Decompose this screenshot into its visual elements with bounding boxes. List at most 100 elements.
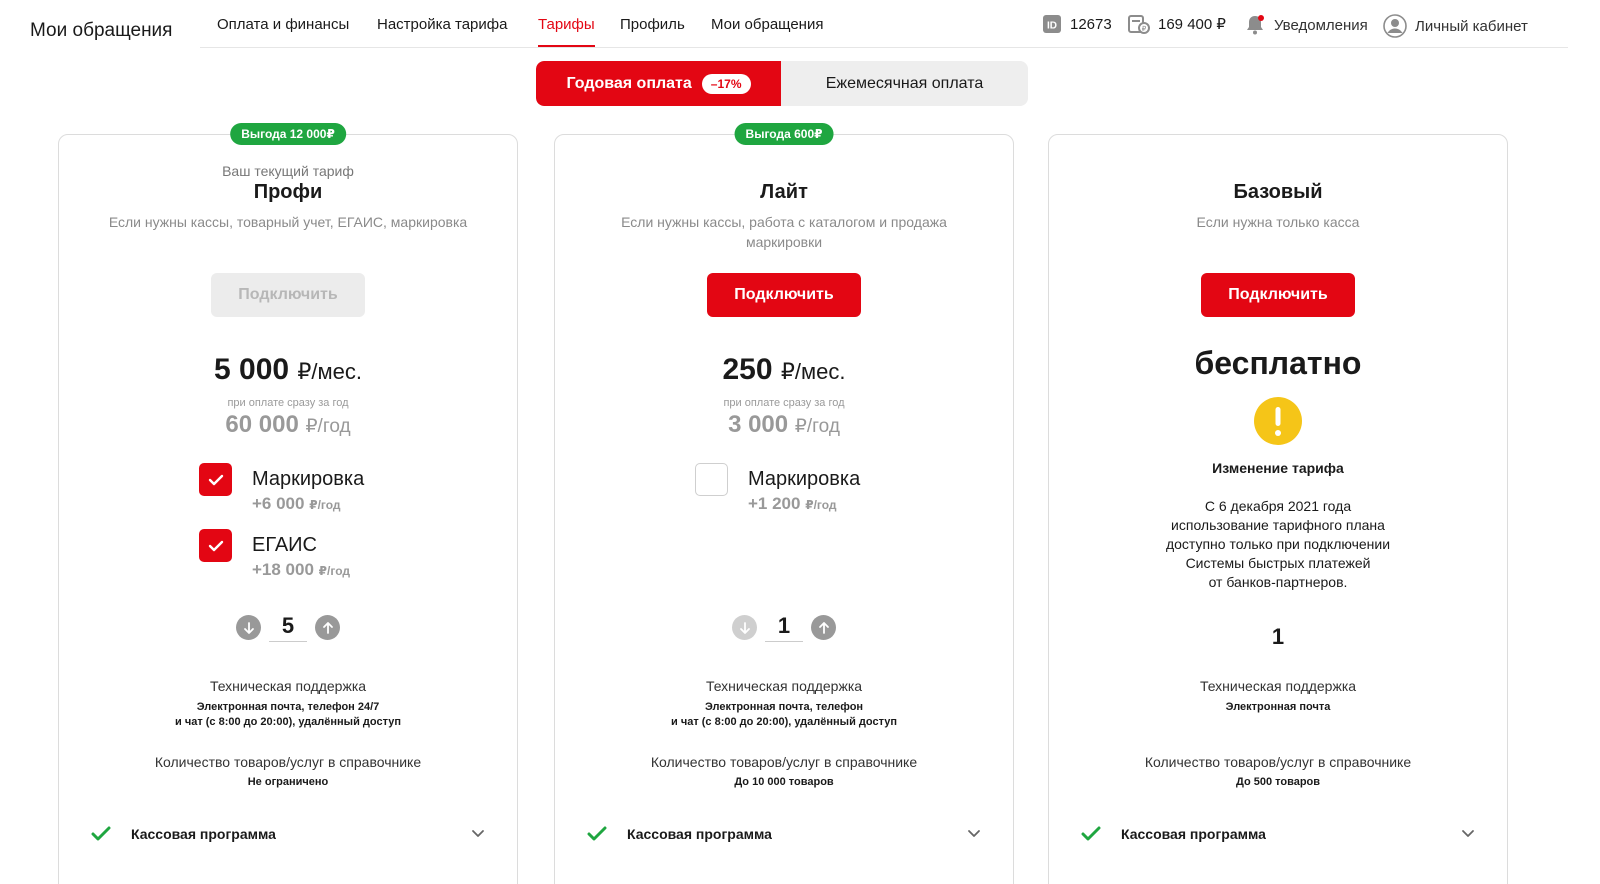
warning-title: Изменение тарифа xyxy=(1212,460,1344,476)
plan-card-lite: Выгода 600₽ Лайт Если нужны кассы, работ… xyxy=(554,123,1014,884)
arrow-up-icon xyxy=(818,621,829,634)
increase-button[interactable] xyxy=(315,615,340,640)
bell-icon xyxy=(1244,14,1266,36)
plan-description: Если нужна только касса xyxy=(1196,214,1360,230)
nav-my-requests[interactable]: Мои обращения xyxy=(711,16,823,45)
check-icon xyxy=(208,474,223,485)
goods-count-label: Количество товаров/услуг в справочнике xyxy=(650,754,918,770)
monthly-payment-option[interactable]: Ежемесячная оплата xyxy=(781,61,1028,106)
goods-count-value: До 500 товаров xyxy=(1235,776,1321,788)
connect-button[interactable]: Подключить xyxy=(211,273,365,317)
decrease-button[interactable] xyxy=(732,615,757,640)
arrow-down-icon xyxy=(243,621,254,634)
yearly-payment-label: Годовая оплата xyxy=(566,74,692,92)
warning-icon xyxy=(1254,397,1302,445)
warning-line: использование тарифного плана xyxy=(1171,517,1385,533)
feature-label: Кассовая программа xyxy=(1121,826,1266,842)
yearly-price: 3 000 ₽/год xyxy=(555,411,1013,439)
feature-cash-program[interactable]: Кассовая программа xyxy=(587,821,981,847)
price-value: 5 000 xyxy=(213,353,290,386)
support-value: Электронная почта xyxy=(1049,700,1507,715)
support-line: Электронная почта, телефон 24/7 xyxy=(196,701,380,713)
yearly-payment-option[interactable]: Годовая оплата –17% xyxy=(536,61,781,106)
id-icon: ID xyxy=(1042,14,1062,34)
price-note: при оплате сразу за год xyxy=(723,397,845,409)
support-label: Техническая поддержка xyxy=(1199,678,1357,694)
support-line: и чат (с 8:00 до 20:00), удалённый досту… xyxy=(175,716,401,728)
support-value: Электронная почта, телефон 24/7 и чат (с… xyxy=(59,700,517,730)
nav-profile[interactable]: Профиль xyxy=(620,16,685,45)
arrow-down-icon xyxy=(739,621,750,634)
warning-line: С 6 декабря 2021 года xyxy=(1204,498,1352,514)
feature-cash-program[interactable]: Кассовая программа xyxy=(91,821,485,847)
goods-count-value: Не ограничено xyxy=(247,776,329,788)
support-line: и чат (с 8:00 до 20:00), удалённый досту… xyxy=(671,716,897,728)
price-unit: ₽/мес. xyxy=(297,359,362,384)
yearly-price-unit: ₽/год xyxy=(794,416,840,437)
personal-cabinet[interactable]: Личный кабинет xyxy=(1383,14,1528,38)
price-unit: ₽/мес. xyxy=(780,359,846,384)
warning-line: Системы быстрых платежей xyxy=(1185,555,1371,571)
account-id: ID 12673 xyxy=(1042,14,1112,34)
feature-label: Кассовая программа xyxy=(131,826,276,842)
option-title: ЕГАИС xyxy=(252,534,317,556)
goods-count-label: Количество товаров/услуг в справочнике xyxy=(1144,754,1412,770)
yearly-price-unit: ₽/год xyxy=(305,416,351,437)
option-price-unit: ₽/год xyxy=(318,564,350,578)
connect-button[interactable]: Подключить xyxy=(1201,273,1355,317)
option-title: Маркировка xyxy=(748,468,861,490)
marking-checkbox[interactable] xyxy=(695,463,728,496)
plan-name: Профи xyxy=(253,181,323,203)
savings-badge: Выгода 600₽ xyxy=(734,123,834,145)
support-line: Электронная почта xyxy=(1225,701,1331,713)
free-price: бесплатно xyxy=(1194,345,1362,381)
register-count: 1 xyxy=(1271,624,1285,649)
register-count-stepper: 5 xyxy=(236,613,340,642)
connect-button[interactable]: Подключить xyxy=(707,273,861,317)
warning-text: С 6 декабря 2021 года использование тари… xyxy=(1049,497,1507,592)
register-count[interactable]: 1 xyxy=(765,613,803,642)
plan-card-basic: Базовый Если нужна только касса Подключи… xyxy=(1048,134,1508,884)
yearly-price-value: 60 000 xyxy=(225,411,299,438)
plan-description: Если нужны кассы, работа с каталогом и п… xyxy=(621,214,947,250)
chevron-down-icon xyxy=(472,830,484,837)
support-label: Техническая поддержка xyxy=(209,678,367,694)
nav-tariff-settings[interactable]: Настройка тарифа xyxy=(377,16,507,45)
option-title: Маркировка xyxy=(252,468,365,490)
price-note: при оплате сразу за год xyxy=(227,397,349,409)
check-icon xyxy=(91,826,111,841)
plan-description: Если нужны кассы, товарный учет, ЕГАИС, … xyxy=(108,214,468,230)
personal-cabinet-label: Личный кабинет xyxy=(1415,17,1528,35)
notifications[interactable]: Уведомления xyxy=(1244,14,1368,36)
monthly-price: 250 ₽/мес. xyxy=(555,353,1013,387)
feature-cash-program[interactable]: Кассовая программа xyxy=(1081,821,1475,847)
plan-name: Лайт xyxy=(760,181,808,203)
option-price: +6 000 ₽/год xyxy=(252,494,364,514)
check-icon xyxy=(208,540,223,551)
goods-count-value: До 10 000 товаров xyxy=(734,776,834,788)
option-price-unit: ₽/год xyxy=(309,498,341,512)
marking-checkbox[interactable] xyxy=(199,463,232,496)
nav-tariffs[interactable]: Тарифы xyxy=(538,16,595,47)
account-id-value: 12673 xyxy=(1070,15,1112,33)
billing-period-toggle: Годовая оплата –17% Ежемесячная оплата xyxy=(536,61,1028,106)
current-plan-label: Ваш текущий тариф xyxy=(222,163,354,179)
decrease-button[interactable] xyxy=(236,615,261,640)
increase-button[interactable] xyxy=(811,615,836,640)
notifications-label: Уведомления xyxy=(1274,16,1368,34)
option-marking: Маркировка +6 000 ₽/год xyxy=(199,463,364,514)
option-egais: ЕГАИС +18 000 ₽/год xyxy=(199,529,350,580)
option-price-unit: ₽/год xyxy=(805,498,837,512)
nav-payments-finance[interactable]: Оплата и финансы xyxy=(217,16,349,45)
egais-checkbox[interactable] xyxy=(199,529,232,562)
register-count[interactable]: 5 xyxy=(269,613,307,642)
savings-badge: Выгода 12 000₽ xyxy=(230,123,346,145)
check-icon xyxy=(1081,826,1101,841)
svg-text:₽: ₽ xyxy=(1142,25,1147,33)
page-title: Мои обращения xyxy=(30,20,173,41)
top-navigation: Оплата и финансы Настройка тарифа Тарифы… xyxy=(200,0,1568,48)
plan-card-profi: Выгода 12 000₽ Ваш текущий тариф Профи Е… xyxy=(58,123,518,884)
balance[interactable]: ₽ 169 400 ₽ xyxy=(1128,14,1226,34)
support-line: Электронная почта, телефон xyxy=(704,701,864,713)
user-icon xyxy=(1383,14,1407,38)
